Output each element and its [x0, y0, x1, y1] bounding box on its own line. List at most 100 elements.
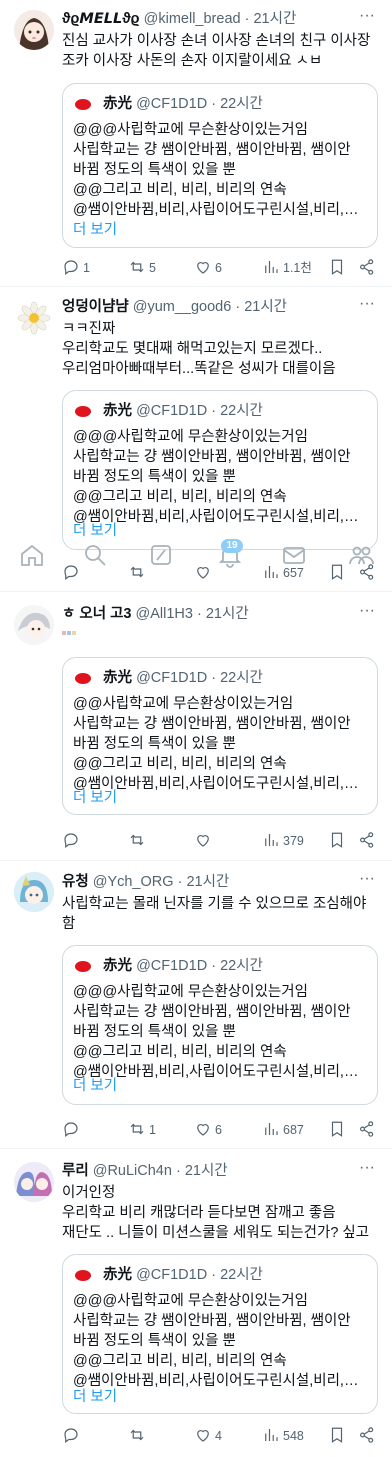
quote-text: @@@사립학교에 무슨환상이있는거임 사립학교는 걍 쌤이안바뀜, 쌤이안바뀜,… [73, 120, 369, 220]
quoted-tweet[interactable]: 赤光 @CF1D1D · 22시간 @@@사립학교에 무슨환상이있는거임 사립학… [62, 83, 378, 248]
like-button[interactable]: 6 [194, 258, 222, 278]
avatar[interactable] [14, 298, 54, 338]
tweet[interactable]: 루리 @RuLiCh4n · 21시간 ··· 이거인정 우리학교 비리 캐많더… [0, 1150, 392, 1457]
views-count: 548 [283, 1429, 304, 1443]
reply-button[interactable]: 1 [62, 258, 90, 278]
retweet-button[interactable]: 1 [128, 1120, 156, 1140]
timestamp[interactable]: 21시간 [185, 1163, 228, 1179]
reply-button[interactable] [62, 1426, 83, 1446]
like-button[interactable]: 6 [194, 1120, 222, 1140]
views-button[interactable]: 548 [262, 1426, 304, 1446]
share-button[interactable] [358, 258, 376, 278]
quote-author-handle: @CF1D1D [136, 670, 208, 686]
avatar[interactable] [14, 1162, 54, 1202]
quoted-tweet[interactable]: 赤光 @CF1D1D · 22시간 @@사립학교에 무슨환상이있는거임 사립학교… [62, 657, 378, 815]
views-count: 379 [283, 834, 304, 848]
more-options-icon[interactable]: ··· [358, 8, 376, 30]
timestamp[interactable]: 21시간 [244, 299, 287, 315]
bookmark-button[interactable] [328, 1120, 346, 1140]
tweet-actions: 1 6 687 [58, 1120, 378, 1140]
author-name[interactable]: 엉덩이냠냠 [62, 299, 129, 315]
separator: · [211, 96, 217, 112]
views-button[interactable]: 379 [262, 831, 304, 851]
separator: · [211, 670, 217, 686]
quote-avatar [73, 668, 93, 688]
bookmark-button[interactable] [328, 831, 346, 851]
more-options-icon[interactable]: ··· [358, 871, 376, 893]
author-handle[interactable]: @All1H3 [136, 606, 193, 622]
quote-text: @@사립학교에 무슨환상이있는거임 사립학교는 걍 쌤이안바뀜, 쌤이안바뀜, … [73, 694, 369, 794]
communities-icon[interactable] [348, 542, 376, 570]
tweet[interactable]: 유청 @Ych_ORG · 21시간 ··· 사립학교는 몰래 닌자를 기를 수… [0, 862, 392, 1149]
bookmark-icon [331, 832, 343, 848]
like-button[interactable] [194, 831, 215, 851]
retweet-icon [130, 261, 144, 273]
quote-line: @@@사립학교에 무슨환상이있는거임 [73, 984, 308, 1000]
views-icon [265, 261, 278, 273]
quoted-tweet[interactable]: 赤光 @CF1D1D · 22시간 @@@사립학교에 무슨환상이있는거임 사립학… [62, 945, 378, 1105]
timestamp[interactable]: 21시간 [253, 11, 296, 27]
bookmark-button[interactable] [328, 1426, 346, 1446]
retweet-icon [130, 1429, 144, 1441]
retweet-icon [130, 834, 144, 846]
separator: · [175, 1163, 181, 1179]
quote-line: @@그리고 비리, 비리, 비리의 연속 [73, 756, 287, 772]
retweet-button[interactable] [128, 831, 149, 851]
like-button[interactable]: 4 [194, 1426, 222, 1446]
quote-author-name: 赤光 [103, 958, 133, 974]
show-more-link[interactable]: 더 보기 [73, 788, 117, 808]
quote-line: 사립학교는 걍 쌤이안바뀜, 쌤이안바뀜, 쌤이안 [73, 1004, 351, 1020]
author-handle[interactable]: @RuLiCh4n [93, 1163, 172, 1179]
quoted-tweet[interactable]: 赤光 @CF1D1D · 22시간 @@@사립학교에 무슨환상이있는거임 사립학… [62, 1254, 378, 1414]
grok-icon[interactable] [148, 542, 176, 570]
avatar[interactable] [14, 10, 54, 50]
share-button[interactable] [358, 1426, 376, 1446]
retweet-button[interactable] [128, 1426, 149, 1446]
author-handle[interactable]: @yum__good6 [133, 299, 232, 315]
author-name[interactable]: ϑϱ𝙈𝙀𝙇𝙇ϑϱ [62, 11, 140, 27]
author-handle[interactable]: @Ych_ORG [93, 874, 174, 890]
show-more-link[interactable]: 더 보기 [73, 1387, 117, 1407]
bottom-navigation [0, 538, 392, 578]
separator: · [177, 874, 183, 890]
author-name[interactable]: 루리 [62, 1163, 89, 1179]
quote-line: @@사립학교에 무슨환상이있는거임 [73, 696, 294, 712]
search-icon[interactable] [82, 542, 110, 570]
bookmark-button[interactable] [328, 258, 346, 278]
quote-timestamp: 22시간 [220, 1267, 263, 1283]
timestamp[interactable]: 21시간 [206, 606, 249, 622]
author-name[interactable]: ㅎ 오너 고3 [62, 606, 131, 622]
reply-count: 1 [83, 261, 90, 275]
show-more-link[interactable]: 더 보기 [73, 1076, 117, 1096]
quoted-tweet[interactable]: 赤光 @CF1D1D · 22시간 @@@사립학교에 무슨환상이있는거임 사립학… [62, 390, 378, 550]
quote-author-name: 赤光 [103, 96, 133, 112]
timestamp[interactable]: 21시간 [186, 874, 229, 890]
quote-line: @쌤이안바뀜,비리,사립이어도구린시설,비리,… [73, 1064, 359, 1080]
author-name[interactable]: 유청 [62, 874, 89, 890]
share-icon [360, 832, 374, 848]
author-handle[interactable]: @kimell_bread [144, 11, 241, 27]
separator: · [244, 11, 250, 27]
share-button[interactable] [358, 1120, 376, 1140]
avatar[interactable] [14, 605, 54, 645]
views-button[interactable]: 687 [262, 1120, 304, 1140]
share-button[interactable] [358, 831, 376, 851]
reply-icon [64, 1122, 78, 1137]
tweet[interactable]: ϑϱ𝙈𝙀𝙇𝙇ϑϱ @kimell_bread · 21시간 ··· 진심 교사가… [0, 0, 392, 287]
reply-button[interactable] [62, 831, 83, 851]
views-button[interactable]: 1.1천 [262, 258, 312, 278]
quote-author-handle: @CF1D1D [136, 96, 208, 112]
tweet-header: ㅎ 오너 고3 @All1H3 · 21시간 [62, 604, 372, 624]
show-more-link[interactable]: 더 보기 [73, 220, 117, 240]
more-options-icon[interactable]: ··· [358, 603, 376, 625]
tweet[interactable]: ㅎ 오너 고3 @All1H3 · 21시간 ··· 赤光 @CF1D1D · … [0, 593, 392, 861]
quote-timestamp: 22시간 [220, 958, 263, 974]
more-options-icon[interactable]: ··· [358, 296, 376, 318]
avatar[interactable] [14, 872, 54, 912]
home-icon[interactable] [19, 542, 47, 570]
messages-icon[interactable] [281, 542, 309, 570]
tweet-header: ϑϱ𝙈𝙀𝙇𝙇ϑϱ @kimell_bread · 21시간 [62, 9, 372, 29]
retweet-button[interactable]: 5 [128, 258, 156, 278]
more-options-icon[interactable]: ··· [358, 1160, 376, 1182]
reply-button[interactable] [62, 1120, 83, 1140]
